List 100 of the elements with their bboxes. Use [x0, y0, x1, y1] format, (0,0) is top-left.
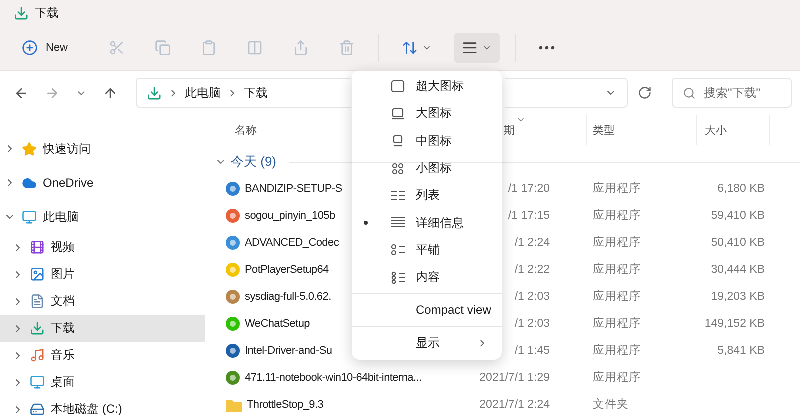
new-button[interactable]: New: [12, 34, 78, 62]
file-name[interactable]: 471.11-notebook-win10-64bit-interna...: [245, 372, 422, 384]
desktop-icon: [30, 375, 45, 390]
sidebar-item[interactable]: 此电脑: [0, 200, 205, 234]
app-icon: [225, 288, 241, 304]
app-icon: [225, 370, 241, 386]
copy-icon: [155, 40, 172, 56]
file-name[interactable]: ThrottleStop_9.3: [247, 398, 324, 410]
download-icon: [14, 6, 29, 20]
tiles-icon: [390, 243, 406, 258]
type-cell-text: 应用程序: [592, 262, 642, 277]
drive-icon: [30, 402, 45, 417]
file-name[interactable]: WeChatSetup: [245, 318, 310, 330]
sidebar-item[interactable]: OneDrive: [0, 166, 205, 200]
film-icon: [30, 240, 45, 255]
type-cell-text: 应用程序: [592, 208, 642, 223]
app-icon: [225, 342, 241, 358]
file-name[interactable]: sysdiag-full-5.0.62.: [245, 290, 332, 302]
star-icon: [22, 142, 37, 156]
type-cell-text: 应用程序: [592, 181, 642, 196]
file-name[interactable]: Intel-Driver-and-Su: [245, 344, 332, 356]
show-menu-item[interactable]: 显示: [352, 329, 502, 358]
picture-icon: [30, 267, 45, 282]
menu-item[interactable]: 详细信息: [352, 209, 502, 237]
list-icon: [390, 188, 406, 203]
content-icon: [390, 270, 406, 285]
compact-view-item[interactable]: Compact view: [352, 296, 502, 324]
breadcrumb[interactable]: 此电脑: [185, 84, 221, 102]
sidebar-item[interactable]: 下载: [0, 315, 205, 342]
column-header[interactable]: 大小: [705, 122, 727, 138]
size-cell-text: 30,444 KB: [711, 264, 766, 276]
column-header[interactable]: 期: [504, 122, 515, 138]
type-cell-text: 应用程序: [592, 316, 642, 331]
file-name[interactable]: PotPlayerSetup64: [245, 264, 329, 276]
monitor-icon: [22, 210, 37, 224]
window-title: 下载: [35, 4, 59, 22]
document-icon: [30, 294, 45, 309]
menu-item[interactable]: 大图标: [352, 100, 502, 128]
monitor-icon: [390, 106, 406, 121]
square-icon: [390, 80, 406, 94]
breadcrumb[interactable]: 下载: [244, 84, 268, 102]
refresh-icon[interactable]: [638, 86, 652, 100]
lines-icon: [390, 216, 406, 230]
sidebar-item[interactable]: 本地磁盘 (C:): [0, 396, 205, 418]
size-cell-text: 50,410 KB: [711, 236, 766, 248]
type-cell-text: 应用程序: [592, 370, 642, 385]
download-icon: [30, 321, 45, 336]
date-cell-text: /1 2:22: [514, 264, 551, 276]
group-header[interactable]: 今天 (9): [231, 153, 276, 171]
menu-item[interactable]: 列表: [352, 182, 502, 210]
column-header[interactable]: 名称: [235, 122, 257, 138]
app-icon: [225, 208, 241, 224]
sidebar-item[interactable]: 音乐: [0, 342, 205, 369]
cloud-icon: [22, 176, 37, 190]
type-cell-text: 应用程序: [592, 343, 642, 358]
date-cell-text: /1 17:15: [508, 210, 551, 222]
address-field[interactable]: 此电脑 下载: [136, 78, 351, 108]
sidebar-item[interactable]: 视频: [0, 234, 205, 261]
view-button[interactable]: [454, 33, 500, 63]
rename-icon: [247, 40, 264, 56]
app-icon: [225, 180, 241, 196]
size-cell-text: 149,152 KB: [704, 318, 766, 330]
search-field[interactable]: 搜索"下载": [672, 78, 792, 108]
search-icon: [683, 86, 696, 100]
menu-item[interactable]: 小图标: [352, 154, 502, 182]
share-icon: [293, 40, 310, 56]
up-icon[interactable]: [103, 86, 118, 100]
file-name[interactable]: ADVANCED_Codec: [245, 236, 340, 248]
size-cell-text: 5,841 KB: [718, 344, 766, 356]
date-cell-text: /1 2:24: [514, 236, 551, 248]
date-cell-text: /1 17:20: [508, 182, 551, 194]
trash-icon: [339, 40, 356, 56]
sidebar-item[interactable]: 快速访问: [0, 132, 205, 166]
date-cell-text: 2021/7/1 1:29: [480, 372, 551, 384]
menu-item[interactable]: 中图标: [352, 128, 502, 155]
app-icon: [225, 234, 241, 250]
app-icon: [225, 316, 241, 332]
column-header[interactable]: 类型: [593, 122, 615, 138]
back-icon[interactable]: [14, 86, 29, 100]
sidebar-item[interactable]: 图片: [0, 261, 205, 288]
size-cell-text: 59,410 KB: [711, 210, 766, 222]
date-cell-text: /1 1:45: [514, 344, 551, 356]
date-cell-text: /1 2:03: [514, 290, 551, 302]
grid-icon: [390, 162, 406, 176]
size-cell-text: 6,180 KB: [718, 182, 766, 194]
lines-icon: [462, 40, 478, 56]
download-icon: [147, 86, 162, 100]
date-cell-text: /1 2:03: [514, 318, 551, 330]
type-cell-text: 应用程序: [592, 289, 642, 304]
file-name[interactable]: sogou_pinyin_105b: [245, 210, 336, 222]
scissors-icon: [109, 40, 126, 56]
sidebar-item[interactable]: 桌面: [0, 369, 205, 396]
clipboard-icon: [201, 40, 218, 56]
menu-item[interactable]: 内容: [352, 264, 502, 292]
file-name[interactable]: BANDIZIP-SETUP-S: [245, 182, 342, 194]
menu-item[interactable]: 平铺: [352, 236, 502, 264]
sidebar-item[interactable]: 文档: [0, 288, 205, 315]
date-cell-text: 2021/7/1 2:24: [480, 398, 551, 410]
music-icon: [30, 348, 45, 363]
menu-item[interactable]: 超大图标: [352, 73, 502, 100]
